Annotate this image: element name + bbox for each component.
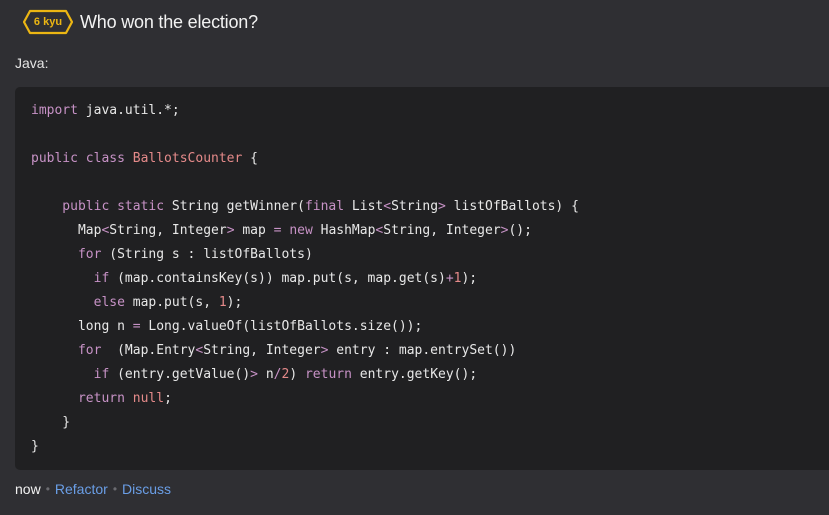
code-token: String getWinner(: [171, 199, 305, 214]
code-token: entry.getKey();: [351, 367, 478, 382]
code-token: 1: [218, 295, 227, 310]
separator: •: [112, 482, 118, 496]
rank-label: 6 kyu: [33, 16, 63, 28]
code-token: final: [304, 199, 345, 214]
code-token: HashMap: [312, 223, 376, 238]
code-token: >: [250, 367, 258, 382]
code-token: import: [31, 103, 78, 118]
code-token: ): [289, 367, 305, 382]
code-line: else map.put(s, 1);: [31, 291, 579, 315]
code-line: if (map.containsKey(s)) map.put(s, map.g…: [31, 267, 579, 291]
code-token: entry : map.entrySet()): [328, 343, 517, 358]
code-token: map: [234, 223, 274, 238]
code-line: }: [31, 411, 579, 435]
code-token: >: [438, 199, 446, 214]
code-token: <: [383, 199, 392, 214]
rank-badge: 6 kyu: [23, 9, 73, 35]
code-listing: import java.util.*; public class Ballots…: [31, 99, 579, 459]
code-token: null: [132, 391, 165, 406]
language-label: Java:: [15, 55, 49, 71]
code-token: BallotsCounter: [132, 151, 243, 166]
code-token: {: [242, 151, 258, 166]
code-line: public class BallotsCounter {: [31, 147, 579, 171]
code-line: }: [31, 435, 579, 459]
code-token: map.put(s,: [124, 295, 219, 310]
code-token: if: [31, 367, 110, 382]
code-token: List: [344, 199, 384, 214]
code-token: for: [31, 247, 102, 262]
code-token: );: [461, 271, 478, 286]
code-token: (entry.getValue(): [109, 367, 251, 382]
code-token: java.util.*;: [77, 103, 180, 118]
code-token: ();: [508, 223, 532, 238]
code-line: public static String getWinner(final Lis…: [31, 195, 579, 219]
code-token: =: [132, 319, 141, 334]
code-token: listOfBallots) {: [445, 199, 579, 214]
discuss-link[interactable]: Discuss: [122, 481, 171, 497]
code-token: (map.containsKey(s)) map.put(s, map.get(…: [109, 271, 446, 286]
code-token: ;: [164, 391, 172, 406]
code-token: new: [289, 223, 313, 238]
code-token: String, Integer: [203, 343, 321, 358]
code-token: +: [445, 271, 454, 286]
code-token: n: [258, 367, 274, 382]
code-token: return: [31, 391, 125, 406]
code-token: Map: [31, 223, 102, 238]
code-token: for: [31, 343, 102, 358]
code-line: Map<String, Integer> map = new HashMap<S…: [31, 219, 579, 243]
code-token: String: [391, 199, 439, 214]
code-token: (Map.Entry: [101, 343, 196, 358]
code-token: return: [304, 367, 352, 382]
code-line: if (entry.getValue()> n/2) return entry.…: [31, 363, 579, 387]
code-token: }: [31, 415, 71, 430]
code-token: );: [226, 295, 243, 310]
code-line: long n = Long.valueOf(listOfBallots.size…: [31, 315, 579, 339]
code-token: String, Integer: [109, 223, 227, 238]
code-token: else: [31, 295, 125, 310]
code-line: for (String s : listOfBallots): [31, 243, 579, 267]
code-token: (String s : listOfBallots): [101, 247, 313, 262]
separator: •: [45, 482, 50, 496]
kata-header: 6 kyu Who won the election?: [23, 8, 258, 36]
code-line: return null;: [31, 387, 579, 411]
code-token: if: [31, 271, 110, 286]
solution-footer: now • Refactor • Discuss: [15, 481, 171, 497]
code-token: >: [226, 223, 235, 238]
code-line: import java.util.*;: [31, 99, 579, 123]
code-token: public class: [31, 151, 133, 166]
code-token: long n: [31, 319, 133, 334]
code-line: for (Map.Entry<String, Integer> entry : …: [31, 339, 579, 363]
code-token: }: [31, 439, 39, 454]
code-token: public static: [31, 199, 172, 214]
code-block: import java.util.*; public class Ballots…: [15, 87, 829, 470]
kata-title[interactable]: Who won the election?: [80, 12, 258, 33]
refactor-link[interactable]: Refactor: [55, 481, 108, 497]
code-token: Long.valueOf(listOfBallots.size());: [140, 319, 423, 334]
code-token: String, Integer: [383, 223, 501, 238]
timestamp: now: [15, 481, 41, 497]
